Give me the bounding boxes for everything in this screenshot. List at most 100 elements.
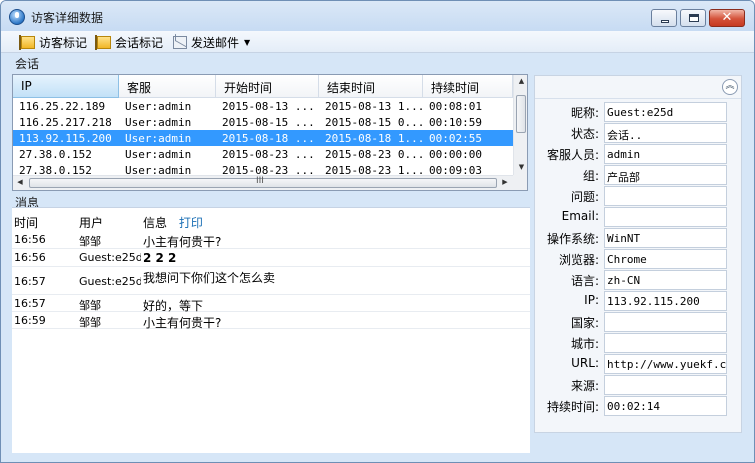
field-city[interactable] bbox=[604, 333, 727, 353]
horizontal-scrollbar[interactable]: ◀ III ▶ bbox=[13, 175, 513, 190]
field-url[interactable]: http://www.yuekf.com bbox=[604, 354, 727, 374]
field-label-status: 状态: bbox=[570, 127, 599, 141]
session-rows: 116.25.22.189 User:admin 2015-08-13 ... … bbox=[13, 98, 513, 178]
close-button[interactable]: ✕ bbox=[709, 9, 745, 27]
minimize-button[interactable] bbox=[651, 9, 677, 27]
field-question[interactable] bbox=[604, 186, 727, 206]
cell-ip: 116.25.217.218 bbox=[19, 116, 112, 129]
field-label-nickname: 昵称: bbox=[570, 106, 599, 120]
cell-duration: 00:10:59 bbox=[429, 116, 482, 129]
visitor-mark-button[interactable]: 访客标记 bbox=[19, 34, 87, 51]
scroll-down-icon[interactable]: ▼ bbox=[514, 163, 527, 171]
cell-duration: 00:00:00 bbox=[429, 148, 482, 161]
message-text: 2 2 2 bbox=[143, 251, 177, 265]
field-ip[interactable]: 113.92.115.200 bbox=[604, 291, 727, 311]
message-time: 16:59 bbox=[14, 314, 46, 327]
message-time: 16:57 bbox=[14, 297, 46, 310]
field-label-language: 语言: bbox=[570, 274, 599, 288]
field-label-city: 城市: bbox=[570, 337, 599, 351]
message-user: 邹邹 bbox=[79, 235, 101, 248]
column-header-start-time[interactable]: 开始时间 bbox=[216, 75, 319, 98]
field-agent[interactable]: admin bbox=[604, 144, 727, 164]
message-text: 小主有何贵干? bbox=[143, 235, 222, 249]
session-mark-button[interactable]: 会话标记 bbox=[95, 34, 163, 51]
vertical-scrollbar[interactable]: ▲ ▼ bbox=[513, 75, 527, 175]
table-row[interactable]: 116.25.217.218 User:admin 2015-08-15 ...… bbox=[13, 114, 513, 130]
cell-ip: 27.38.0.152 bbox=[19, 148, 92, 161]
message-list[interactable]: 时间 用户 信息 打印 16:56 邹邹 小主有何贵干? 16:56 Guest… bbox=[12, 207, 530, 453]
message-text: 我想问下你们这个怎么卖 bbox=[143, 271, 276, 285]
field-label-group: 组: bbox=[582, 169, 599, 183]
column-header-ip[interactable]: IP bbox=[13, 75, 119, 98]
maximize-button[interactable] bbox=[680, 9, 706, 27]
field-country[interactable] bbox=[604, 312, 727, 332]
field-label-agent: 客服人员: bbox=[546, 148, 599, 162]
field-status[interactable]: 会话.. bbox=[604, 123, 727, 143]
collapse-icon[interactable]: ︽ bbox=[722, 79, 738, 95]
list-item[interactable]: 16:59 邹邹 小主有何贵干? bbox=[12, 312, 530, 330]
field-label-email: Email: bbox=[561, 209, 599, 223]
column-header-duration[interactable]: 持续时间 bbox=[423, 75, 513, 98]
chevron-down-icon[interactable]: ▼ bbox=[244, 38, 250, 47]
field-label-ip: IP: bbox=[584, 293, 599, 307]
scroll-left-icon[interactable]: ◀ bbox=[15, 178, 25, 186]
column-header-time: 时间 bbox=[14, 216, 39, 230]
field-label-source: 来源: bbox=[570, 379, 599, 393]
window-title: 访客详细数据 bbox=[31, 11, 104, 25]
field-duration[interactable]: 00:02:14 bbox=[604, 396, 727, 416]
scroll-grip: III bbox=[256, 176, 264, 186]
field-source[interactable] bbox=[604, 375, 727, 395]
field-browser[interactable]: Chrome bbox=[604, 249, 727, 269]
field-email[interactable] bbox=[604, 207, 727, 227]
flag-icon bbox=[95, 35, 111, 50]
print-link[interactable]: 打印 bbox=[179, 216, 203, 230]
column-header-end-time[interactable]: 结束时间 bbox=[319, 75, 423, 98]
info-header-label: 信息 bbox=[143, 216, 168, 230]
column-header-agent[interactable]: 客服 bbox=[119, 75, 216, 98]
table-row[interactable]: 27.38.0.152 User:admin 2015-08-23 ... 20… bbox=[13, 146, 513, 162]
horizontal-scroll-thumb[interactable]: III bbox=[29, 176, 497, 188]
column-header-user: 用户 bbox=[79, 216, 104, 230]
field-label-duration: 持续时间: bbox=[546, 400, 599, 414]
message-user: 邹邹 bbox=[79, 299, 101, 312]
vertical-scroll-thumb[interactable] bbox=[516, 95, 526, 133]
flag-icon bbox=[19, 35, 35, 50]
cell-ip: 113.92.115.200 bbox=[19, 132, 112, 145]
field-nickname[interactable]: Guest:e25d bbox=[604, 102, 727, 122]
session-table[interactable]: IP 客服 开始时间 结束时间 持续时间 116.25.22.189 User:… bbox=[12, 74, 528, 191]
list-item[interactable]: 16:56 Guest:e25d 2 2 2 bbox=[12, 249, 530, 267]
table-row-selected[interactable]: 113.92.115.200 User:admin 2015-08-18 ...… bbox=[13, 130, 513, 146]
list-item[interactable]: 16:56 邹邹 小主有何贵干? bbox=[12, 231, 530, 249]
sessions-group-label: 会话 bbox=[15, 57, 40, 71]
minimize-icon bbox=[661, 20, 669, 23]
title-bar[interactable]: 访客详细数据 ✕ bbox=[1, 1, 754, 31]
cell-ip: 116.25.22.189 bbox=[19, 100, 106, 113]
visitor-detail-window: 访客详细数据 ✕ 访客标记 会话标记 发送邮件 ▼ 会话 IP 客服 开始时间 … bbox=[0, 0, 755, 463]
message-user: 邹邹 bbox=[79, 316, 101, 329]
cell-end-time: 2015-08-23 0... bbox=[325, 148, 423, 161]
field-language[interactable]: zh-CN bbox=[604, 270, 727, 290]
table-row[interactable]: 116.25.22.189 User:admin 2015-08-13 ... … bbox=[13, 98, 513, 114]
field-label-country: 国家: bbox=[570, 316, 599, 330]
visitor-details-panel: ︽ 昵称: Guest:e25d 状态: 会话.. 客服人员: admin 组:… bbox=[534, 75, 742, 433]
message-time: 16:56 bbox=[14, 251, 46, 264]
column-header-info: 信息 打印 bbox=[143, 214, 203, 231]
message-text: 小主有何贵干? bbox=[143, 316, 222, 330]
message-time: 16:57 bbox=[14, 275, 46, 288]
list-item[interactable]: 16:57 Guest:e25d 我想问下你们这个怎么卖 bbox=[12, 267, 530, 295]
field-os[interactable]: WinNT bbox=[604, 228, 727, 248]
list-item[interactable]: 16:57 邹邹 好的，等下 bbox=[12, 295, 530, 313]
message-time: 16:56 bbox=[14, 233, 46, 246]
cell-agent: User:admin bbox=[125, 116, 192, 129]
cell-duration: 00:02:55 bbox=[429, 132, 482, 145]
send-mail-button[interactable]: 发送邮件 ▼ bbox=[173, 34, 250, 51]
cell-start-time: 2015-08-15 ... bbox=[222, 116, 315, 129]
mail-icon bbox=[173, 36, 187, 49]
scroll-right-icon[interactable]: ▶ bbox=[499, 178, 511, 186]
table-header: IP 客服 开始时间 结束时间 持续时间 bbox=[13, 75, 513, 98]
field-label-url: URL: bbox=[571, 356, 599, 370]
toolbar: 访客标记 会话标记 发送邮件 ▼ bbox=[1, 31, 754, 53]
field-group[interactable]: 产品部 bbox=[604, 165, 727, 185]
scroll-up-icon[interactable]: ▲ bbox=[514, 77, 527, 85]
maximize-icon bbox=[689, 14, 699, 22]
